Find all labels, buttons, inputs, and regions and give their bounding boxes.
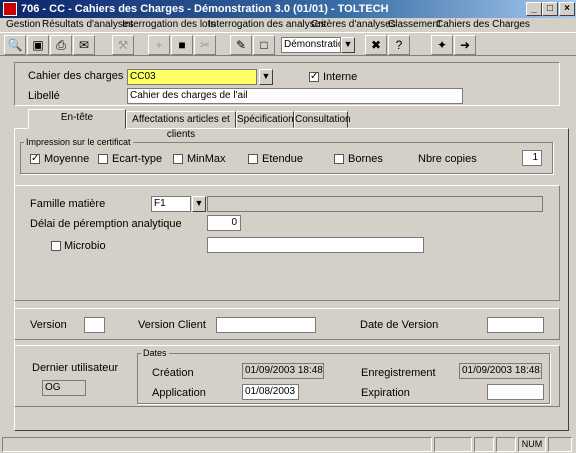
- version-client-field[interactable]: [216, 317, 316, 333]
- application-label: Application: [152, 387, 206, 399]
- expiration-field[interactable]: [487, 384, 544, 400]
- chevron-down-icon[interactable]: ▼: [192, 196, 206, 212]
- dernier-utilisateur-field: OG: [42, 380, 86, 396]
- menu-cahiers[interactable]: Cahiers des Charges: [436, 18, 530, 32]
- exit-icon[interactable]: ➜: [454, 35, 476, 55]
- bornes-label: Bornes: [348, 153, 383, 165]
- version-client-label: Version Client: [138, 319, 206, 331]
- famille-description: [207, 196, 543, 212]
- expiration-label: Expiration: [361, 387, 410, 399]
- impression-group-label: Impression sur le certificat: [24, 137, 133, 147]
- etendue-checkbox[interactable]: [248, 154, 258, 164]
- delai-label: Délai de péremption analytique: [30, 218, 182, 230]
- cahier-field[interactable]: CC03: [127, 69, 257, 85]
- version-label: Version: [30, 319, 67, 331]
- status-panel-4: [548, 437, 572, 452]
- nbre-copies-field[interactable]: 1: [522, 150, 542, 166]
- menu-interrogation-lots[interactable]: Interrogation des lots: [122, 18, 215, 32]
- maximize-button[interactable]: □: [542, 2, 558, 16]
- interne-checkbox[interactable]: ✓: [309, 72, 319, 82]
- etendue-label: Etendue: [262, 153, 303, 165]
- date-version-field[interactable]: [487, 317, 544, 333]
- tools-icon[interactable]: ⚒: [112, 35, 134, 55]
- app-icon: [3, 2, 17, 16]
- nbre-copies-label: Nbre copies: [418, 153, 477, 165]
- microbio-label: Microbio: [64, 240, 106, 252]
- status-panel-1: [434, 437, 472, 452]
- ecart-type-checkbox[interactable]: [98, 154, 108, 164]
- help-icon[interactable]: ?: [388, 35, 410, 55]
- cut-icon[interactable]: ✂: [194, 35, 216, 55]
- toolbar: 🔍 ▣ ⎙ ✉ ⚒ + ■ ✂ ✎ □ Démonstration 3 ▼ ✖ …: [0, 32, 576, 56]
- menu-gestion[interactable]: Gestion: [6, 18, 40, 32]
- tools-cross-icon[interactable]: ✖: [365, 35, 387, 55]
- creation-field: 01/09/2003 18:48:19: [242, 363, 324, 379]
- interne-label: Interne: [323, 71, 358, 83]
- tab-affectations[interactable]: Affectations articles et clients: [126, 111, 236, 140]
- dernier-utilisateur-label: Dernier utilisateur: [32, 362, 119, 374]
- application-field[interactable]: 01/08/2003: [242, 384, 299, 400]
- status-panel-2: [474, 437, 494, 452]
- enregistrement-label: Enregistrement: [361, 367, 436, 379]
- window-title: 706 - CC - Cahiers des Charges - Démonst…: [21, 3, 389, 15]
- menu-classement[interactable]: Classement: [388, 18, 441, 32]
- famille-field[interactable]: F1: [151, 196, 191, 212]
- menu-resultats[interactable]: Résultats d'analyses: [42, 18, 133, 32]
- save-icon[interactable]: ■: [171, 35, 193, 55]
- close-button[interactable]: ×: [559, 2, 575, 16]
- menu-interrogation-analyses[interactable]: Interrogation des analyses: [208, 18, 325, 32]
- num-indicator: NUM: [518, 437, 546, 452]
- menu-criteres[interactable]: Critères d'analyses: [311, 18, 396, 32]
- libelle-field[interactable]: Cahier des charges de l'ail: [127, 88, 463, 104]
- version-field[interactable]: [84, 317, 105, 333]
- add-icon[interactable]: +: [148, 35, 170, 55]
- search-icon[interactable]: 🔍: [4, 35, 26, 55]
- mail-icon[interactable]: ✉: [73, 35, 95, 55]
- ecart-type-label: Ecart-type: [112, 153, 163, 165]
- chevron-down-icon[interactable]: ▼: [259, 69, 273, 85]
- minmax-checkbox[interactable]: [173, 154, 183, 164]
- bornes-checkbox[interactable]: [334, 154, 344, 164]
- tab-en-tete[interactable]: En-tête: [28, 109, 126, 129]
- libelle-label: Libellé: [28, 90, 60, 102]
- moyenne-label: Moyenne: [44, 153, 90, 165]
- date-version-label: Date de Version: [360, 319, 439, 331]
- eraser-icon[interactable]: ✎: [230, 35, 252, 55]
- creation-label: Création: [152, 367, 194, 379]
- tab-consultation[interactable]: Consultation: [294, 111, 351, 128]
- microbio-field[interactable]: [207, 237, 424, 253]
- status-message: [2, 437, 432, 452]
- menu-bar: Gestion Résultats d'analyses Interrogati…: [0, 18, 576, 32]
- enregistrement-field: 01/09/2003 18:48:19: [459, 363, 542, 379]
- tab-specifications[interactable]: Spécifications: [236, 111, 299, 128]
- title-bar: 706 - CC - Cahiers des Charges - Démonst…: [0, 0, 576, 18]
- dataset-select[interactable]: Démonstration 3: [281, 37, 341, 53]
- microbio-checkbox[interactable]: [51, 241, 61, 251]
- camera-icon[interactable]: ▣: [27, 35, 49, 55]
- delai-field[interactable]: 0: [207, 215, 241, 231]
- moyenne-checkbox[interactable]: ✓: [30, 154, 40, 164]
- status-bar: NUM: [0, 436, 576, 453]
- new-document-icon[interactable]: □: [253, 35, 275, 55]
- print-icon[interactable]: ⎙: [50, 35, 72, 55]
- famille-label: Famille matière: [30, 198, 106, 210]
- minmax-label: MinMax: [187, 153, 226, 165]
- status-panel-3: [496, 437, 516, 452]
- cahier-label: Cahier des charges: [28, 70, 124, 82]
- minimize-button[interactable]: _: [526, 2, 542, 16]
- wizard-icon[interactable]: ✦: [431, 35, 453, 55]
- chevron-down-icon[interactable]: ▼: [341, 37, 355, 53]
- dates-group-label: Dates: [141, 348, 169, 358]
